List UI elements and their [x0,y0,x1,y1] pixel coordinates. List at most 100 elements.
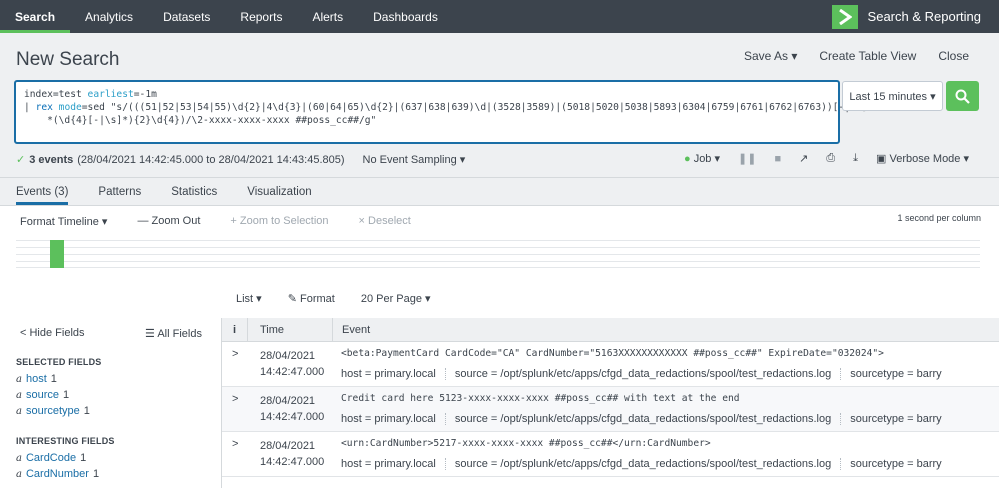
tab-events[interactable]: Events (3) [16,178,69,205]
timeline-gridline [16,254,980,255]
save-as-button[interactable]: Save As ▾ [744,49,797,63]
mode-label: Verbose Mode ▾ [889,153,969,165]
timeline-gridline [16,261,980,262]
sourcetype-field[interactable]: sourcetype = barry [850,458,941,470]
sourcetype-field[interactable]: sourcetype = barry [850,413,941,425]
field-count: 1 [92,468,100,480]
nav-reports[interactable]: Reports [225,0,297,33]
event-clock: 14:42:47.000 [260,456,325,468]
timeline-bar[interactable] [50,240,64,268]
source-field[interactable]: source = /opt/splunk/etc/apps/cfgd_data_… [455,368,831,380]
event-count: 3 events [29,153,74,166]
time-range-text: (28/04/2021 14:42:45.000 to 28/04/2021 1… [77,153,345,166]
page-title: New Search [16,49,120,70]
format-button[interactable]: ✎ Format [288,292,335,305]
table-row: > 28/04/2021 14:42:47.000 <beta:PaymentCa… [222,342,999,387]
pause-icon[interactable]: ❚❚ [738,152,756,165]
field-name[interactable]: host [26,373,47,385]
field-name[interactable]: CardNumber [26,468,89,480]
source-field[interactable]: source = /opt/splunk/etc/apps/cfgd_data_… [455,413,831,425]
zoom-out-button[interactable]: — Zoom Out [137,215,200,227]
field-count: 1 [50,373,57,385]
host-field[interactable]: host = primary.local [341,458,436,470]
info-column-header: i [222,318,248,342]
table-header: i Time Event [222,318,999,342]
format-timeline-dropdown[interactable]: Format Timeline ▾ [20,215,107,228]
expand-row-icon[interactable]: > [232,438,238,450]
stop-icon[interactable]: ■ [774,153,781,165]
results-table: i Time Event > 28/04/2021 14:42:47.000 <b… [222,318,999,488]
search-line-1: index=test earliest=-1m [24,88,830,101]
field-name[interactable]: CardCode [26,452,76,464]
string-type-icon: a [16,453,22,464]
source-field[interactable]: source = /opt/splunk/etc/apps/cfgd_data_… [455,458,831,470]
selected-fields-title: SELECTED FIELDS [16,357,102,367]
nav-datasets[interactable]: Datasets [148,0,225,33]
app-name: Search & Reporting [867,9,981,24]
host-field[interactable]: host = primary.local [341,413,436,425]
create-table-view-button[interactable]: Create Table View [819,49,916,63]
timeline-gridline [16,240,980,241]
field-name[interactable]: sourcetype [26,405,80,417]
print-icon[interactable]: ⎙ [826,152,835,165]
app-brand[interactable]: Search & Reporting [831,0,999,33]
field-item[interactable]: a CardCode 1 [16,452,86,464]
field-item[interactable]: a source 1 [16,389,69,401]
field-item[interactable]: a sourcetype 1 [16,405,90,417]
per-page-dropdown[interactable]: 20 Per Page ▾ [361,292,431,305]
info-icon: ● [683,153,691,165]
zoom-to-selection-button[interactable]: + Zoom to Selection [230,215,328,227]
expand-row-icon[interactable]: > [232,393,238,405]
string-type-icon: a [16,374,22,385]
all-fields-button[interactable]: ☰ All Fields [145,327,202,340]
close-button[interactable]: Close [938,49,969,63]
search-header: New Search Save As ▾ Create Table View C… [0,33,999,178]
event-date: 28/04/2021 [260,440,316,452]
job-dropdown[interactable]: ● Job ▾ [684,152,720,165]
host-field[interactable]: host = primary.local [341,368,436,380]
string-type-icon: a [16,390,22,401]
list-dropdown[interactable]: List ▾ [236,292,262,305]
deselect-button[interactable]: × Deselect [359,215,411,227]
time-column-header[interactable]: Time [248,318,333,342]
field-item[interactable]: a CardNumber 1 [16,468,99,480]
event-meta: host = primary.local source = /opt/splun… [341,368,942,380]
search-mode-dropdown[interactable]: ▣ Verbose Mode ▾ [876,152,969,165]
nav-analytics[interactable]: Analytics [70,0,148,33]
timeline-gridline [16,247,980,248]
search-input[interactable]: index=test earliest=-1m | rex mode=sed "… [14,80,867,144]
timeline-chart[interactable] [16,240,980,268]
field-count: 1 [63,389,70,401]
event-sampling-dropdown[interactable]: No Event Sampling ▾ [363,153,466,166]
timeline-gridline [16,267,980,268]
all-fields-label: All Fields [157,328,202,340]
search-button[interactable] [946,81,979,111]
pencil-icon: ✎ [287,293,297,305]
mode-icon: ▣ [876,153,887,165]
search-icon [955,89,970,104]
nav-search[interactable]: Search [0,0,71,33]
interesting-fields-title: INTERESTING FIELDS [16,436,115,446]
export-icon[interactable]: ⤓ [853,152,858,165]
check-icon: ✓ [16,154,26,166]
tab-patterns[interactable]: Patterns [98,178,141,205]
search-text: index=test [24,89,88,100]
time-range-picker[interactable]: Last 15 minutes ▾ [842,81,943,111]
nav-dashboards[interactable]: Dashboards [358,0,453,33]
search-pipe: | [24,102,36,113]
timeline-toolbar: Format Timeline ▾ — Zoom Out + Zoom to S… [0,207,999,235]
timeline-scale: 1 second per column [897,213,981,223]
sourcetype-field[interactable]: sourcetype = barry [850,368,941,380]
share-icon[interactable]: ↗ [799,152,808,165]
field-name[interactable]: source [26,389,59,401]
event-time: 28/04/2021 14:42:47.000 [260,438,324,470]
list-icon: ☰ [145,328,155,340]
app-logo-icon [831,4,858,29]
search-text: =-1m [133,89,157,100]
field-item[interactable]: a host 1 [16,373,57,385]
hide-fields-button[interactable]: < Hide Fields [20,327,85,339]
expand-row-icon[interactable]: > [232,348,238,360]
tab-visualization[interactable]: Visualization [247,178,311,205]
tab-statistics[interactable]: Statistics [171,178,217,205]
nav-alerts[interactable]: Alerts [297,0,358,33]
